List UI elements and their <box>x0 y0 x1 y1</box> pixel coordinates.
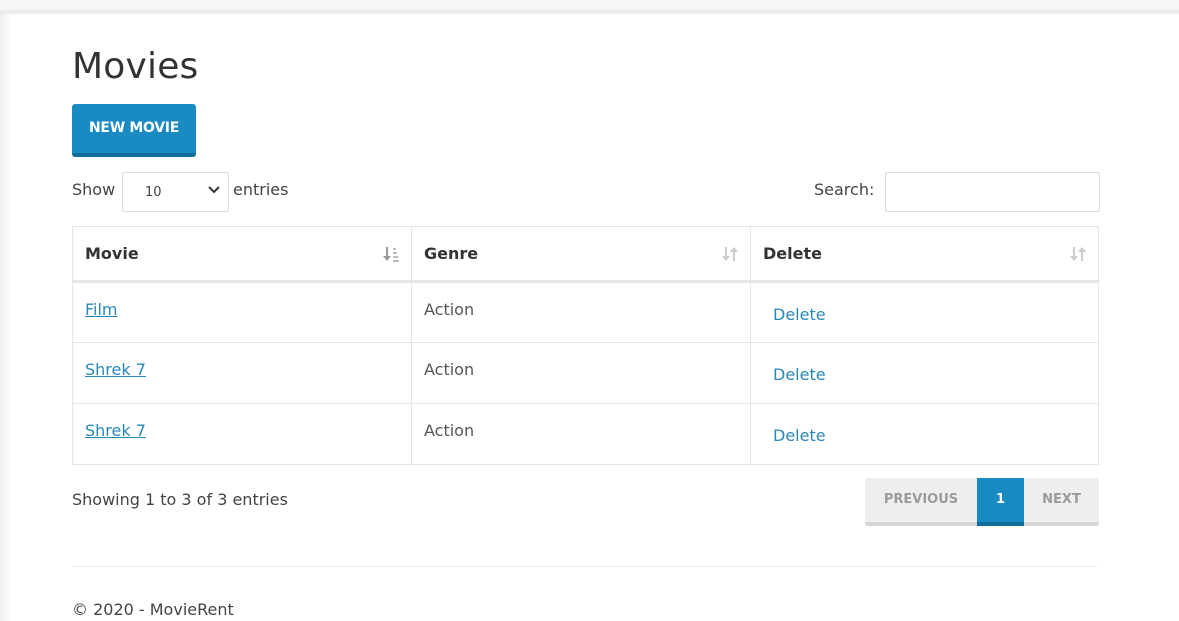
delete-cell: Delete <box>750 403 1099 465</box>
delete-link[interactable]: Delete <box>773 305 826 324</box>
genre-cell: Action <box>411 403 751 465</box>
movie-cell: Film <box>72 281 412 343</box>
delete-cell: Delete <box>750 281 1099 343</box>
table-info: Showing 1 to 3 of 3 entries <box>72 490 288 509</box>
entries-label: entries <box>233 180 289 199</box>
footer-copyright: © 2020 - MovieRent <box>72 600 234 619</box>
movie-link[interactable]: Film <box>85 300 118 319</box>
movie-link[interactable]: Shrek 7 <box>85 360 146 379</box>
search-label: Search: <box>814 180 875 199</box>
delete-cell: Delete <box>750 342 1099 404</box>
table-row: Shrek 7 Action Delete <box>72 403 1099 465</box>
chevron-down-icon <box>208 186 220 194</box>
new-movie-button[interactable]: NEW MOVIE <box>72 104 196 157</box>
table-row: Film Action Delete <box>72 281 1099 343</box>
sort-unsorted-icon <box>722 247 738 261</box>
delete-link[interactable]: Delete <box>773 365 826 384</box>
column-header-delete[interactable]: Delete <box>750 226 1099 283</box>
movie-link[interactable]: Shrek 7 <box>85 421 146 440</box>
sort-ascending-icon <box>383 247 399 262</box>
movie-cell: Shrek 7 <box>72 403 412 465</box>
column-header-movie[interactable]: Movie <box>72 226 412 283</box>
footer-divider <box>72 566 1098 567</box>
column-header-genre[interactable]: Genre <box>411 226 751 283</box>
entries-select-value: 10 <box>145 185 162 200</box>
left-shadow <box>0 14 12 621</box>
table-row: Shrek 7 Action Delete <box>72 342 1099 404</box>
page-title: Movies <box>72 46 199 87</box>
genre-cell: Action <box>411 342 751 404</box>
top-strip <box>0 0 1179 14</box>
show-label: Show <box>72 180 116 199</box>
column-header-label: Genre <box>424 244 479 263</box>
entries-select[interactable]: 10 <box>122 172 229 212</box>
column-header-label: Movie <box>85 244 139 263</box>
next-page-button[interactable]: NEXT <box>1024 478 1099 526</box>
delete-link[interactable]: Delete <box>773 426 826 445</box>
sort-unsorted-icon <box>1070 247 1086 261</box>
search-input[interactable] <box>885 172 1100 212</box>
movie-cell: Shrek 7 <box>72 342 412 404</box>
movies-table: Movie Genre Delete Film Action Delete Sh… <box>72 226 1099 465</box>
page-1-button[interactable]: 1 <box>977 478 1024 526</box>
previous-page-button[interactable]: PREVIOUS <box>865 478 977 526</box>
column-header-label: Delete <box>763 244 822 263</box>
genre-cell: Action <box>411 281 751 343</box>
table-header-row: Movie Genre Delete <box>72 226 1099 283</box>
